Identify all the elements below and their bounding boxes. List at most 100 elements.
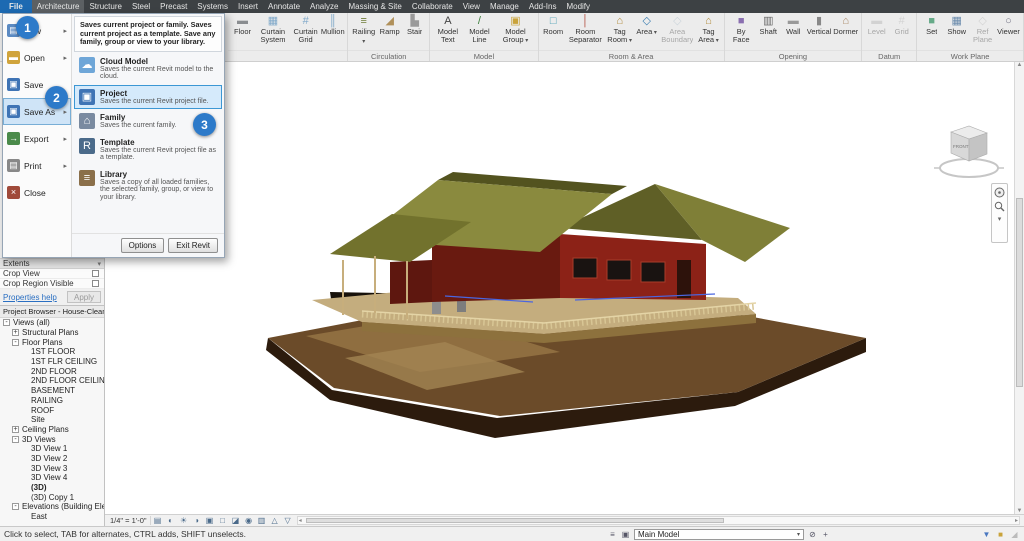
collapse-icon[interactable]: - <box>12 503 19 510</box>
tree-item-site[interactable]: Site <box>0 415 104 425</box>
temporary-view-properties-icon[interactable]: ▥ <box>256 516 268 526</box>
view-cube[interactable]: FRONT <box>930 116 1008 190</box>
tool-wall[interactable]: ▬Wall <box>781 14 806 50</box>
tab-structure[interactable]: Structure <box>84 0 126 13</box>
checkbox-unchecked-icon[interactable] <box>92 270 99 277</box>
tree-item-views-all[interactable]: -Views (all) <box>0 318 104 328</box>
filter-icon[interactable]: ▼ <box>981 529 992 540</box>
tool-shaft[interactable]: ▥Shaft <box>756 14 781 50</box>
tree-item-2nd-floor[interactable]: 2ND FLOOR <box>0 366 104 376</box>
tool-floor[interactable]: ▬Floor <box>230 14 255 50</box>
tree-item-3d-view-1[interactable]: 3D View 1 <box>0 444 104 454</box>
scroll-up-icon[interactable]: ▲ <box>1017 62 1023 68</box>
tool-curtain-grid[interactable]: #Curtain Grid <box>291 14 320 50</box>
properties-help-link[interactable]: Properties help <box>3 293 57 302</box>
tool-area[interactable]: ◇Area ▾ <box>634 14 659 50</box>
properties-section-extents[interactable]: Extents ▾ <box>0 258 104 269</box>
tab-annotate[interactable]: Annotate <box>263 0 305 13</box>
save-as-option-template[interactable]: RTemplateSaves the current Revit project… <box>74 134 222 166</box>
view-scale[interactable]: 1/4" = 1'-0" <box>107 516 151 525</box>
tab-systems[interactable]: Systems <box>192 0 233 13</box>
tree-item-floor-plans[interactable]: -Floor Plans <box>0 337 104 347</box>
tool-ref-plane[interactable]: ◇Ref Plane <box>969 14 996 50</box>
scroll-right-icon[interactable]: ▸ <box>1015 517 1018 525</box>
tab-file[interactable]: File <box>0 0 32 13</box>
tab-add-ins[interactable]: Add-Ins <box>524 0 562 13</box>
tree-item-east[interactable]: East <box>0 512 104 522</box>
expand-icon[interactable]: + <box>12 329 19 336</box>
tree-item-1st-flr-ceiling[interactable]: 1ST FLR CEILING <box>0 357 104 367</box>
tree-item-basement[interactable]: BASEMENT <box>0 386 104 396</box>
navigation-bar[interactable]: ▾ <box>991 183 1008 243</box>
show-crop-region-icon[interactable]: □ <box>217 516 229 526</box>
tree-item-3d-view-3[interactable]: 3D View 3 <box>0 463 104 473</box>
tool-model-line[interactable]: /Model Line <box>464 14 496 50</box>
property-row-crop-region-visible[interactable]: Crop Region Visible <box>0 279 104 289</box>
resize-grip-icon[interactable]: ◢ <box>1009 529 1020 540</box>
navbar-more-icon[interactable]: ▾ <box>998 215 1002 223</box>
tree-item-2nd-floor-ceiling[interactable]: 2ND FLOOR CEILING <box>0 376 104 386</box>
tree-item-1st-floor[interactable]: 1ST FLOOR <box>0 347 104 357</box>
zoom-icon[interactable] <box>994 201 1005 212</box>
tool-by-face[interactable]: ■By Face <box>727 14 756 50</box>
show-analytical-model-icon[interactable]: △ <box>269 516 281 526</box>
tool-dormer[interactable]: ⌂Dormer <box>832 14 859 50</box>
tab-collaborate[interactable]: Collaborate <box>407 0 458 13</box>
tab-analyze[interactable]: Analyze <box>305 0 343 13</box>
save-as-option-cloud-model[interactable]: ☁Cloud ModelSaves the current Revit mode… <box>74 53 222 85</box>
vertical-scroll-thumb[interactable] <box>1016 198 1023 388</box>
collapse-icon[interactable]: - <box>12 436 19 443</box>
tree-item-3d[interactable]: (3D) <box>0 483 104 493</box>
tool-room-separator[interactable]: │Room Separator <box>566 14 605 50</box>
visual-style-icon[interactable]: ◐ <box>165 516 177 526</box>
collapse-icon[interactable]: - <box>12 339 19 346</box>
apply-button[interactable]: Apply <box>67 291 101 303</box>
tree-item-3d-copy-1[interactable]: (3D) Copy 1 <box>0 492 104 502</box>
options-button[interactable]: Options <box>121 238 165 253</box>
tool-viewer[interactable]: ○Viewer <box>996 14 1021 50</box>
tool-ramp[interactable]: ◢Ramp <box>377 14 402 50</box>
file-menu-item-export[interactable]: →Export▸ <box>3 125 71 152</box>
tool-show[interactable]: ▦Show <box>944 14 969 50</box>
tool-mullion[interactable]: ║Mullion <box>320 14 345 50</box>
tab-view[interactable]: View <box>458 0 485 13</box>
vertical-scrollbar[interactable]: ▲ ▼ <box>1014 62 1024 514</box>
tab-architecture[interactable]: Architecture <box>32 0 85 13</box>
tree-item-3d-view-4[interactable]: 3D View 4 <box>0 473 104 483</box>
tool-railing[interactable]: ≡Railing ▾ <box>350 14 377 50</box>
detail-level-icon[interactable]: ▤ <box>152 516 164 526</box>
reveal-constraints-icon[interactable]: ▽ <box>282 516 294 526</box>
temporary-hide-isolate-icon[interactable]: ◪ <box>230 516 242 526</box>
tool-model-text[interactable]: AModel Text <box>432 14 463 50</box>
tab-insert[interactable]: Insert <box>233 0 263 13</box>
tab-manage[interactable]: Manage <box>485 0 524 13</box>
tool-curtain-system[interactable]: ▦Curtain System <box>255 14 291 50</box>
tool-tag-area[interactable]: ⌂Tag Area ▾ <box>695 14 721 50</box>
tool-vertical[interactable]: ▮Vertical <box>806 14 833 50</box>
tab-massing-site[interactable]: Massing & Site <box>343 0 406 13</box>
tree-item-elevations-building-eleva[interactable]: -Elevations (Building Eleva <box>0 502 104 512</box>
save-as-option-project[interactable]: ▣ProjectSaves the current Revit project … <box>74 85 222 110</box>
tool-area-boundary[interactable]: ◇Area Boundary <box>659 14 695 50</box>
tool-room[interactable]: □Room <box>541 14 566 50</box>
press-drag-icon[interactable]: + <box>820 529 831 540</box>
horizontal-scroll-thumb[interactable] <box>306 518 724 523</box>
tab-precast[interactable]: Precast <box>155 0 192 13</box>
selection-toggle-icon[interactable]: ■ <box>995 529 1006 540</box>
tree-item-roof[interactable]: ROOF <box>0 405 104 415</box>
reveal-hidden-elements-icon[interactable]: ◉ <box>243 516 255 526</box>
tab-steel[interactable]: Steel <box>127 0 155 13</box>
file-menu-item-print[interactable]: ▤Print▸ <box>3 152 71 179</box>
tool-grid[interactable]: #Grid <box>889 14 914 50</box>
tool-set[interactable]: ■Set <box>919 14 944 50</box>
scroll-left-icon[interactable]: ◂ <box>299 517 302 525</box>
crop-view-icon[interactable]: ▣ <box>204 516 216 526</box>
tool-level[interactable]: ▬Level <box>864 14 889 50</box>
exclude-options-icon[interactable]: ⊘ <box>807 529 818 540</box>
tree-item-railing[interactable]: RAILING <box>0 396 104 406</box>
file-menu-item-open[interactable]: ▬Open▸ <box>3 44 71 71</box>
tool-model-group[interactable]: ▣Model Group ▾ <box>495 14 535 50</box>
project-browser-header[interactable]: Project Browser - House-Cleaned × <box>0 306 104 318</box>
shadows-icon[interactable]: ◑ <box>191 516 203 526</box>
collapse-icon[interactable]: - <box>3 319 10 326</box>
